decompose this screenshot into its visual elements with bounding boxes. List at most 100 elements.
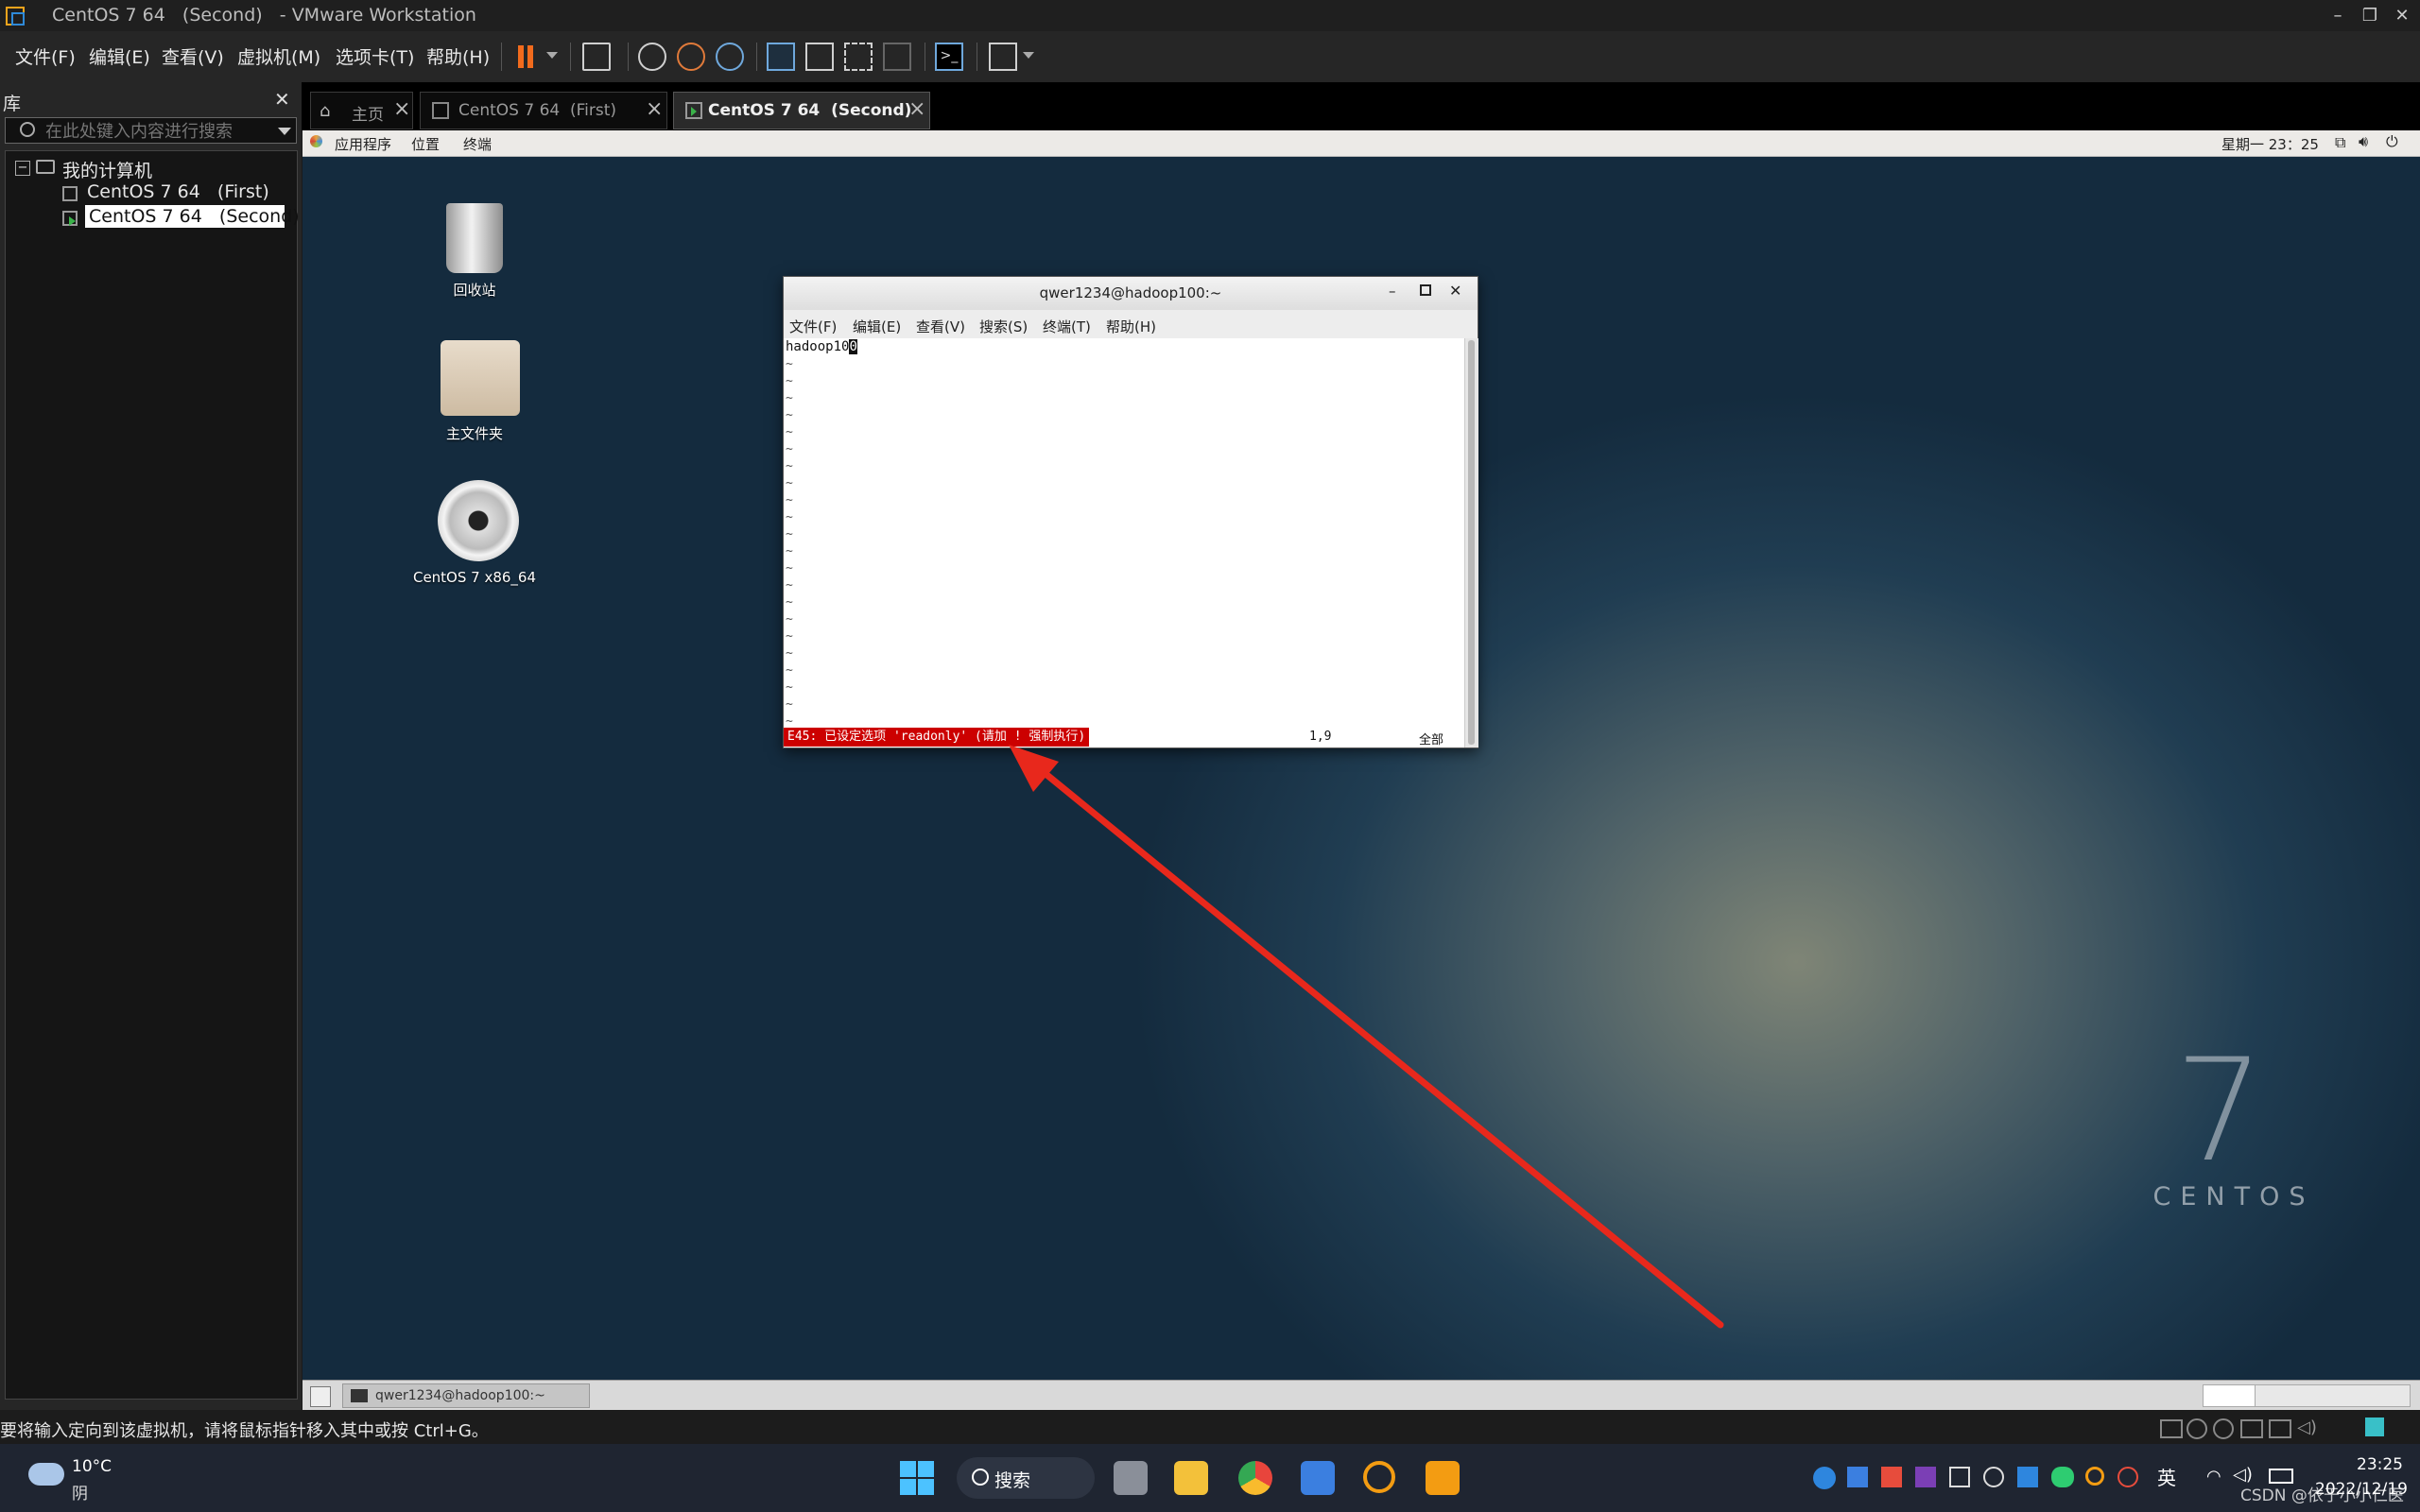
weather-temp[interactable]: 10°C (72, 1457, 112, 1476)
close-icon[interactable]: × (646, 97, 663, 121)
tray-app-icon[interactable] (1813, 1467, 1836, 1489)
snapshot-icon[interactable] (638, 43, 666, 71)
snapshot-manager-icon[interactable] (716, 43, 744, 71)
menu-tabs[interactable]: 选项卡(T) (336, 43, 414, 69)
chevron-down-icon[interactable] (278, 128, 291, 135)
menu-edit[interactable]: 编辑(E) (89, 43, 150, 69)
library-close-icon[interactable]: ✕ (274, 88, 290, 111)
hdd-icon[interactable] (2160, 1419, 2183, 1438)
tray-app-icon[interactable] (1881, 1467, 1902, 1487)
computer-icon (36, 160, 55, 174)
send-keys-icon[interactable] (582, 43, 611, 71)
tab-first-label: CentOS 7 64 (First) (458, 101, 617, 120)
guest-window-list: qwer1234@hadoop100:~ (302, 1380, 2420, 1411)
console-icon[interactable]: >_ (935, 43, 963, 71)
wifi-icon[interactable]: ◠ (2206, 1467, 2221, 1486)
vmware-logo-icon (6, 7, 25, 26)
close-button[interactable]: ✕ (2386, 0, 2418, 31)
chrome-icon[interactable] (1238, 1461, 1272, 1495)
guest-taskbar-item[interactable]: qwer1234@hadoop100:~ (342, 1383, 590, 1408)
tree-item-first[interactable]: CentOS 7 64 (First) (87, 181, 269, 202)
tab-first[interactable]: CentOS 7 64 (First) × (420, 92, 667, 129)
tray-app-icon[interactable] (1847, 1467, 1868, 1487)
task-view-icon[interactable] (1114, 1461, 1148, 1495)
tab-bar: ⌂ 主页 × CentOS 7 64 (First) × CentOS 7 64… (302, 82, 2420, 130)
annotation-arrow (1009, 745, 1724, 1329)
sound-icon[interactable]: ◁) (2297, 1418, 2317, 1437)
chevron-down-icon[interactable] (546, 52, 558, 59)
tree-expander-icon[interactable]: − (15, 161, 30, 176)
library-toggle-icon[interactable] (767, 43, 795, 71)
search-icon (972, 1469, 989, 1486)
fullscreen-icon[interactable] (844, 43, 873, 71)
ime-indicator[interactable]: 英 (2157, 1463, 2176, 1490)
status-bar: 要将输入定向到该虚拟机，请将鼠标指针移入其中或按 Ctrl+G。 ◁) (0, 1410, 2420, 1444)
vm-icon (432, 102, 449, 119)
tree-item-second[interactable]: CentOS 7 64 (Second) (85, 205, 300, 228)
tray-app-icon[interactable] (1949, 1467, 1970, 1487)
guest-screen[interactable]: 应用程序 位置 终端 星期一 23：25 ⧉ 🔊︎ ⏻ 回收站 主文件夹 Cen… (302, 130, 2420, 1380)
tray-app-icon[interactable] (2118, 1467, 2138, 1487)
csdn-watermark: CSDN @依于小小仁医 (2240, 1486, 2404, 1505)
vm-running-icon (685, 102, 702, 119)
pause-icon[interactable] (515, 43, 544, 71)
file-explorer-icon[interactable] (1174, 1461, 1208, 1495)
taskbar-time[interactable]: 23:25 (2357, 1455, 2403, 1474)
chevron-down-icon[interactable] (1023, 52, 1034, 59)
revert-snapshot-icon[interactable] (677, 43, 705, 71)
library-tree: − 我的计算机 CentOS 7 64 (First) CentOS 7 64 … (5, 150, 300, 1400)
annotation-arrow-line (1020, 752, 1724, 1329)
terminal-icon (351, 1389, 368, 1402)
status-message: 要将输入定向到该虚拟机，请将鼠标指针移入其中或按 Ctrl+G。 (0, 1421, 489, 1441)
usb-icon[interactable] (2240, 1419, 2263, 1438)
toolbar-separator (501, 43, 502, 71)
tab-second[interactable]: CentOS 7 64 (Second) × (673, 92, 930, 129)
tab-second-label: CentOS 7 64 (Second) (708, 101, 912, 120)
message-icon[interactable] (2365, 1418, 2384, 1436)
menu-view[interactable]: 查看(V) (162, 43, 224, 69)
feishu-icon[interactable] (1301, 1461, 1335, 1495)
menu-file[interactable]: 文件(F) (15, 43, 76, 69)
minimize-button[interactable]: – (2322, 0, 2354, 31)
vm-icon (62, 186, 78, 201)
show-desktop-icon[interactable] (310, 1386, 331, 1407)
thumbnail-bar-icon[interactable] (805, 43, 834, 71)
search-icon (20, 122, 35, 137)
unity-icon[interactable] (883, 43, 911, 71)
wechat-icon[interactable] (2051, 1467, 2074, 1487)
stretch-icon[interactable] (989, 43, 1017, 71)
start-icon[interactable] (900, 1461, 934, 1495)
windows-taskbar: 10°C 阴 搜索 英 ◠ ◁) 23:25 2022/12/19 CSDN @… (0, 1444, 2420, 1512)
search-tool-icon[interactable] (1363, 1461, 1395, 1493)
menu-vm[interactable]: 虚拟机(M) (237, 43, 320, 69)
workspace-switcher[interactable] (2203, 1384, 2411, 1407)
tray-app-icon[interactable] (1983, 1467, 2004, 1487)
vmware-taskbar-icon[interactable] (1426, 1461, 1460, 1495)
toolbar-separator (628, 43, 629, 71)
taskbar-search[interactable]: 搜索 (957, 1457, 1095, 1499)
workspace-1[interactable] (2204, 1385, 2256, 1406)
tree-root-label[interactable]: 我的计算机 (62, 157, 152, 182)
security-icon[interactable] (2017, 1467, 2038, 1487)
library-search-input[interactable] (43, 120, 274, 143)
library-panel: 库 ✕ − 我的计算机 CentOS 7 64 (First) CentOS 7… (0, 82, 302, 1410)
library-search[interactable] (5, 117, 297, 144)
onenote-icon[interactable] (1915, 1467, 1936, 1487)
close-icon[interactable]: × (393, 97, 410, 121)
window-title: CentOS 7 64 (Second) - VMware Workstatio… (52, 5, 476, 26)
vm-running-icon (62, 211, 78, 226)
annotation-arrow-head (1009, 745, 1059, 792)
weather-desc[interactable]: 阴 (72, 1480, 88, 1503)
tab-home[interactable]: ⌂ 主页 × (310, 92, 413, 129)
tray-app-icon[interactable] (2085, 1467, 2104, 1486)
toolbar-separator (756, 43, 757, 71)
restore-button[interactable]: ❐ (2354, 0, 2386, 31)
menu-help[interactable]: 帮助(H) (426, 43, 490, 69)
network-adapter-icon[interactable] (2213, 1418, 2234, 1439)
printer-icon[interactable] (2269, 1419, 2291, 1438)
tab-home-label: 主页 (352, 106, 384, 125)
close-icon[interactable]: × (908, 97, 925, 121)
taskbar-search-label: 搜索 (994, 1470, 1031, 1491)
toolbar-separator (570, 43, 571, 71)
cdrom-icon[interactable] (2187, 1418, 2207, 1439)
